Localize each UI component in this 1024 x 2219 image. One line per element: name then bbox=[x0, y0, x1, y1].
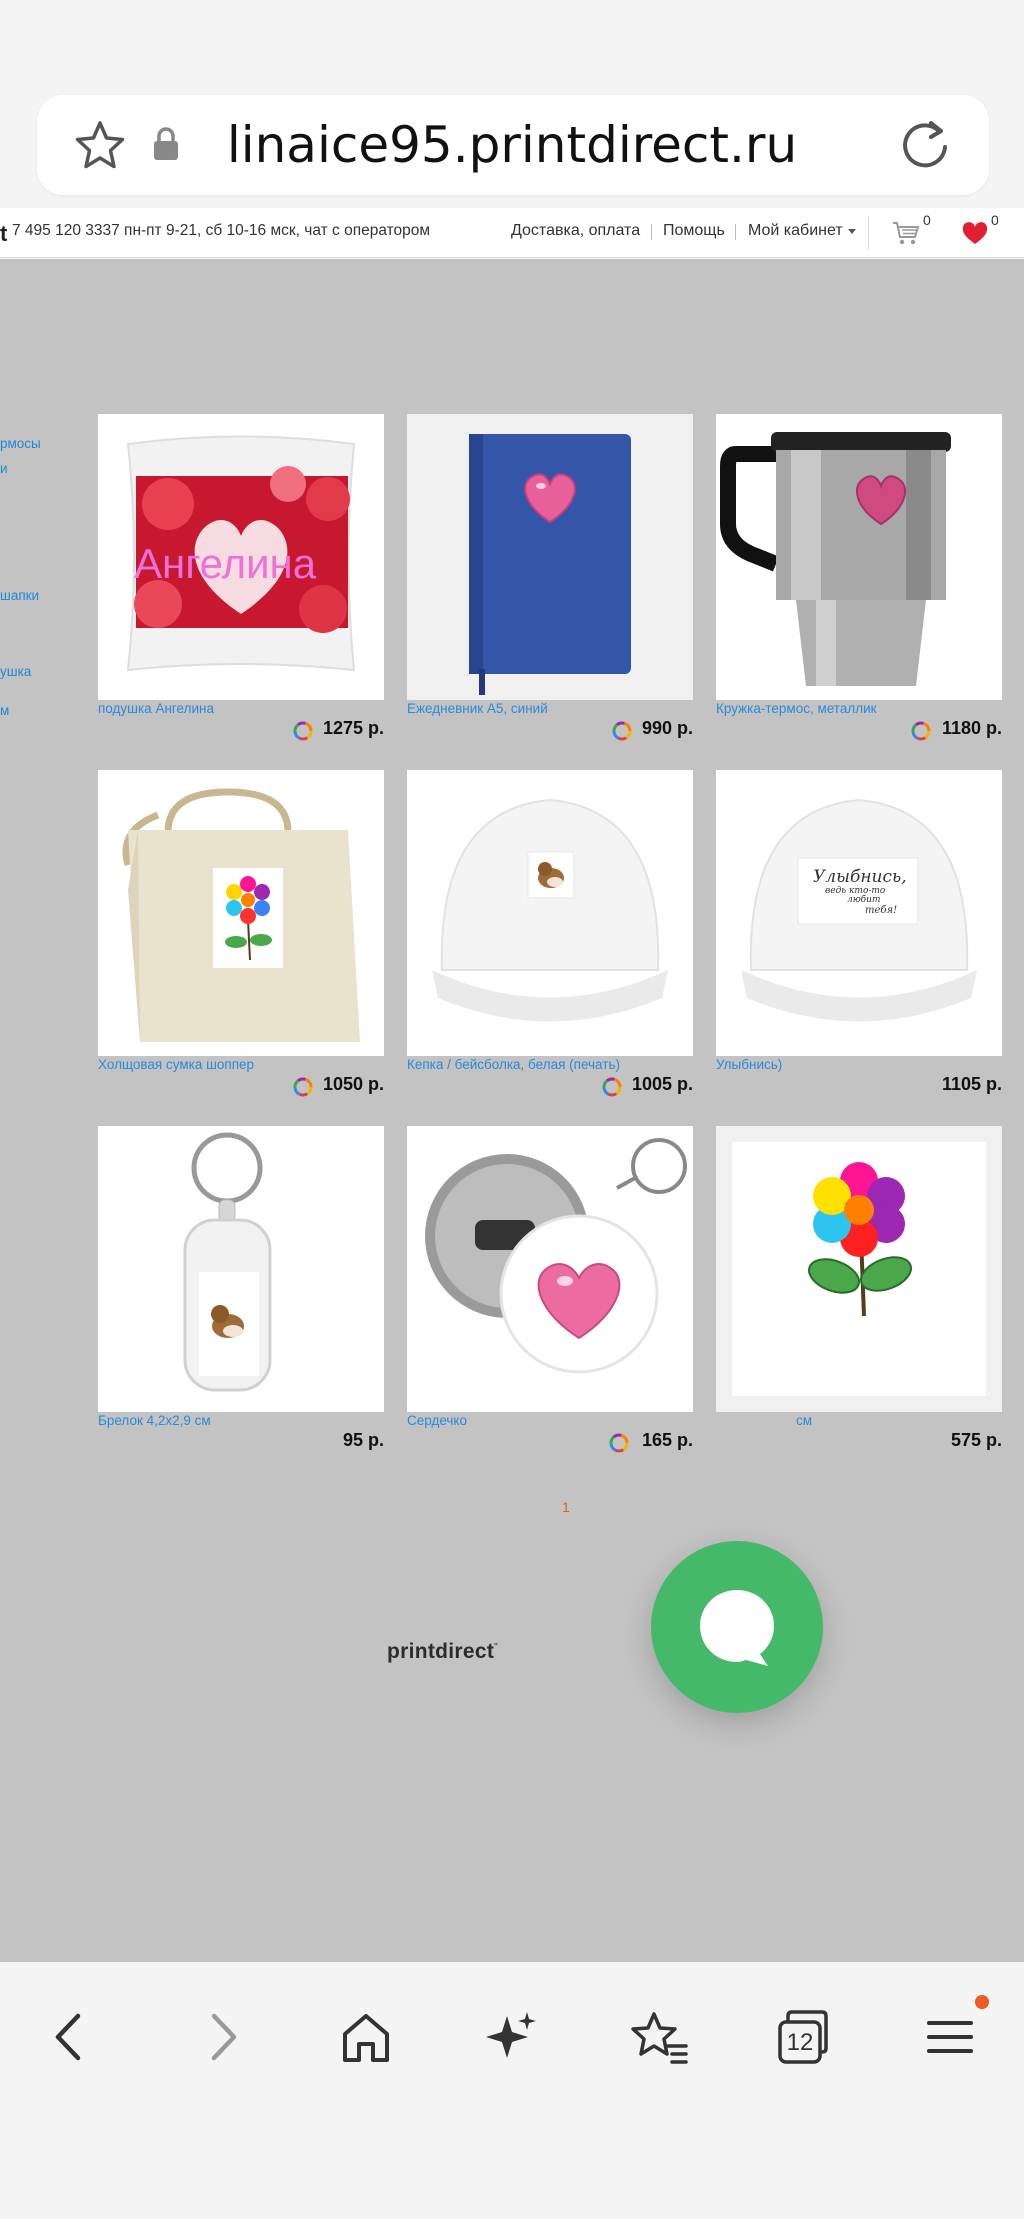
rainbow-customize-icon[interactable] bbox=[610, 719, 634, 743]
product-price: 575 р. bbox=[950, 1430, 1002, 1450]
product-price: 1005 р. bbox=[631, 1074, 693, 1094]
pillow-name-text: Ангелина bbox=[134, 540, 317, 587]
lock-icon bbox=[154, 127, 178, 160]
rainbow-customize-icon[interactable] bbox=[600, 1075, 624, 1099]
footer-logo[interactable]: printdirect" bbox=[387, 1640, 498, 1664]
product-name[interactable]: Улыбнись) bbox=[716, 1056, 1002, 1074]
site-header: t 7 495 120 3337 пн-пт 9-21, сб 10-16 мс… bbox=[0, 208, 1024, 258]
favorites-heart-icon[interactable] bbox=[962, 222, 988, 246]
product-image[interactable] bbox=[98, 770, 384, 1056]
product-name[interactable]: Сердечко bbox=[407, 1412, 693, 1430]
reload-icon[interactable] bbox=[895, 115, 955, 175]
phone-info: 7 495 120 3337 пн-пт 9-21, сб 10-16 мск,… bbox=[12, 222, 431, 239]
favorites-count: 0 bbox=[991, 212, 999, 228]
product-image[interactable] bbox=[407, 414, 693, 700]
product-image[interactable]: Ангелина bbox=[98, 414, 384, 700]
cart-count: 0 bbox=[923, 212, 931, 228]
chevron-down-icon[interactable] bbox=[848, 229, 856, 234]
nav-divider bbox=[651, 224, 652, 240]
product-image[interactable]: Улыбнись, ведь кто-то любит тебя! bbox=[716, 770, 1002, 1056]
chat-button[interactable] bbox=[651, 1541, 823, 1713]
menu-icon[interactable] bbox=[915, 2002, 985, 2072]
content-area: рмосы и шапки ушка м Ангелина подушка Ан… bbox=[0, 259, 1024, 1962]
tabs-count: 12 bbox=[786, 2029, 814, 2056]
nav-help-link[interactable]: Помощь bbox=[663, 222, 725, 240]
ai-sparkle-icon[interactable] bbox=[477, 2002, 547, 2072]
url-text[interactable]: linaice95.printdirect.ru bbox=[197, 113, 827, 177]
cart-icon[interactable] bbox=[892, 220, 920, 246]
product-name[interactable]: подушка Ангелина bbox=[98, 700, 384, 718]
product-name[interactable]: Кружка-термос, металлик bbox=[716, 700, 1002, 718]
product-price: 165 р. bbox=[641, 1430, 693, 1450]
sidebar-category-link[interactable]: ушка bbox=[0, 664, 31, 679]
product-price: 1105 р. bbox=[941, 1074, 1002, 1094]
sidebar-category-link[interactable]: шапки bbox=[0, 588, 39, 603]
cap-text-line: тебя! bbox=[865, 904, 898, 916]
product-name[interactable]: Ежедневник A5, синий bbox=[407, 700, 693, 718]
sidebar-category-link[interactable]: рмосы bbox=[0, 436, 41, 451]
pagination-current-page[interactable]: 1 bbox=[562, 1499, 570, 1515]
address-bar[interactable]: linaice95.printdirect.ru bbox=[37, 95, 989, 195]
site-logo-fragment[interactable]: t bbox=[0, 221, 7, 247]
product-image[interactable] bbox=[716, 414, 1002, 700]
product-price: 1050 р. bbox=[322, 1074, 384, 1094]
rainbow-customize-icon[interactable] bbox=[909, 719, 933, 743]
product-image[interactable] bbox=[716, 1126, 1002, 1412]
product-price: 1275 р. bbox=[322, 718, 384, 738]
cap-text-line: Улыбнись, bbox=[813, 867, 907, 887]
product-image[interactable] bbox=[407, 1126, 693, 1412]
home-icon[interactable] bbox=[331, 2002, 401, 2072]
product-price: 990 р. bbox=[641, 718, 693, 738]
browser-top-bar: linaice95.printdirect.ru bbox=[0, 0, 1024, 208]
bookmarks-icon[interactable] bbox=[624, 2002, 694, 2072]
product-name[interactable]: Брелок 4,2x2,9 см bbox=[98, 1412, 384, 1430]
bookmark-star-icon[interactable] bbox=[71, 117, 129, 175]
sidebar-category-link[interactable]: и bbox=[0, 461, 8, 476]
product-name[interactable]: Холщовая сумка шоппер bbox=[98, 1056, 384, 1074]
tabs-button[interactable]: 12 bbox=[768, 2002, 838, 2072]
nav-delivery-link[interactable]: Доставка, оплата bbox=[511, 222, 640, 240]
product-price: 1180 р. bbox=[941, 718, 1002, 738]
product-image[interactable] bbox=[407, 770, 693, 1056]
back-icon[interactable] bbox=[36, 2002, 106, 2072]
forward-icon[interactable] bbox=[186, 2002, 256, 2072]
nav-cabinet-link[interactable]: Мой кабинет bbox=[748, 222, 843, 240]
sidebar-category-link[interactable]: м bbox=[0, 703, 9, 718]
rainbow-customize-icon[interactable] bbox=[291, 719, 315, 743]
chat-bubble-icon bbox=[700, 1590, 774, 1666]
rainbow-customize-icon[interactable] bbox=[607, 1431, 631, 1455]
nav-divider bbox=[735, 224, 736, 240]
header-divider bbox=[868, 216, 869, 250]
rainbow-customize-icon[interactable] bbox=[291, 1075, 315, 1099]
product-image[interactable] bbox=[98, 1126, 384, 1412]
browser-bottom-bar: 12 bbox=[0, 1962, 1024, 2219]
product-price: 95 р. bbox=[342, 1430, 384, 1450]
product-name[interactable]: Кепка / бейсболка, белая (печать) bbox=[407, 1056, 693, 1074]
product-name[interactable]: см bbox=[796, 1412, 1024, 1430]
notification-dot bbox=[975, 1995, 989, 2009]
